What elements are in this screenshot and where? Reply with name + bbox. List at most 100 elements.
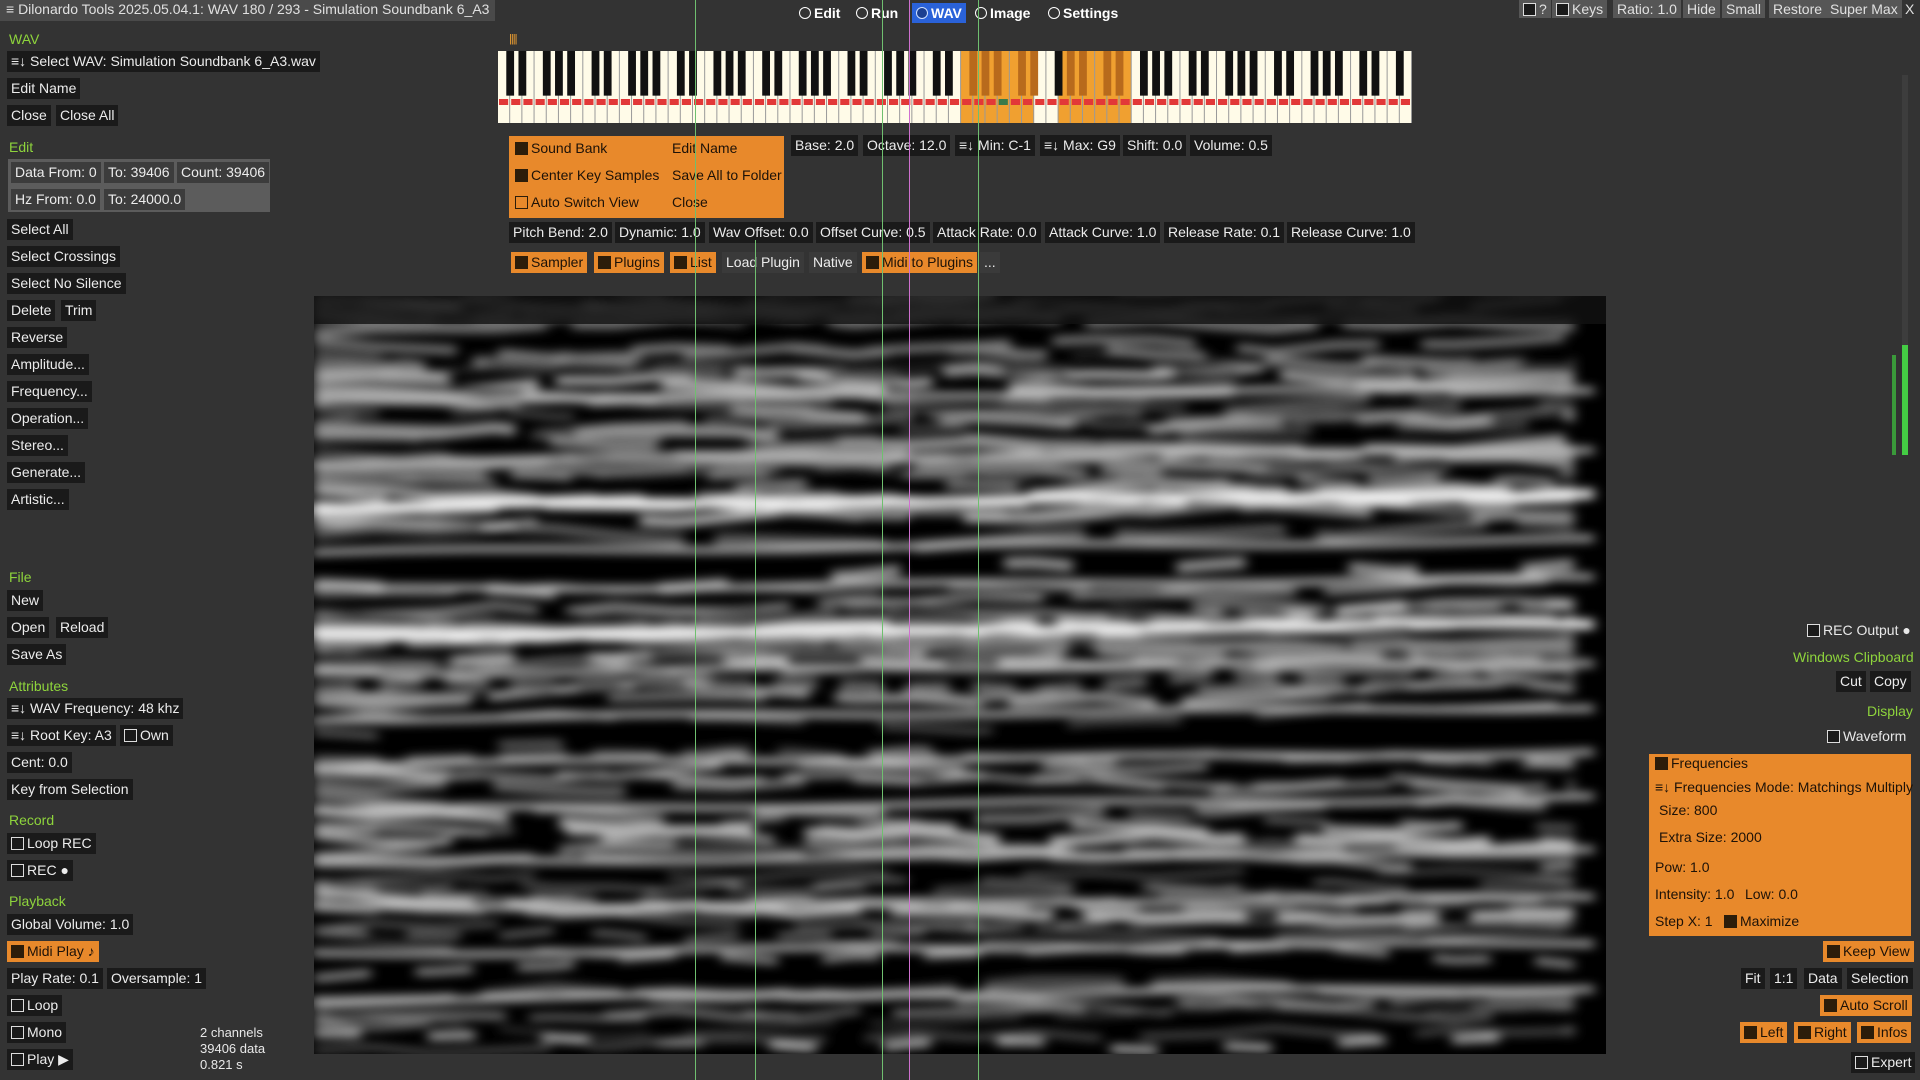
wav-frequency-dropdown[interactable]: ≡↓ WAV Frequency: 48 khz — [7, 698, 184, 719]
loop-checkbox[interactable]: Loop — [7, 995, 63, 1016]
fit-button[interactable]: Fit — [1741, 968, 1765, 989]
one-to-one-button[interactable]: 1:1 — [1770, 968, 1798, 989]
select-crossings-button[interactable]: Select Crossings — [7, 246, 121, 267]
black-key[interactable] — [591, 51, 600, 96]
list-tab[interactable]: List — [670, 252, 716, 273]
dynamic-field[interactable]: Dynamic: 1.0 — [615, 222, 705, 243]
cut-button[interactable]: Cut — [1836, 671, 1866, 692]
guide-line[interactable] — [755, 240, 756, 1080]
black-key[interactable] — [603, 51, 612, 96]
attack-rate-field[interactable]: Attack Rate: 0.0 — [933, 222, 1041, 243]
black-key[interactable] — [1139, 51, 1148, 96]
guide-line[interactable] — [695, 0, 696, 1080]
black-key[interactable] — [1322, 51, 1331, 96]
black-key[interactable] — [1310, 51, 1319, 96]
loop-rec-checkbox[interactable]: Loop REC — [7, 833, 96, 854]
data-to-field[interactable]: To: 39406 — [104, 162, 174, 183]
spectrogram-image[interactable] — [314, 296, 1606, 1054]
black-key[interactable] — [1030, 51, 1039, 96]
black-key[interactable] — [1395, 51, 1404, 96]
frequencies-toggle[interactable]: Frequencies — [1651, 753, 1752, 774]
frequency-button[interactable]: Frequency... — [7, 381, 92, 402]
data-from-field[interactable]: Data From: 0 — [11, 162, 101, 183]
black-key[interactable] — [810, 51, 819, 96]
sound-bank-edit-name-button[interactable]: Edit Name — [668, 138, 741, 159]
small-button[interactable]: Small — [1722, 0, 1766, 18]
edit-name-button[interactable]: Edit Name — [7, 78, 81, 99]
waveform-checkbox[interactable]: Waveform — [1827, 726, 1906, 747]
release-rate-field[interactable]: Release Rate: 0.1 — [1164, 222, 1285, 243]
load-plugin-button[interactable]: Load Plugin — [722, 252, 804, 273]
tab-settings[interactable]: Settings — [1044, 3, 1122, 23]
release-curve-field[interactable]: Release Curve: 1.0 — [1287, 222, 1415, 243]
sound-bank-toggle[interactable]: Sound Bank — [511, 138, 611, 159]
extra-size-field[interactable]: Extra Size: 2000 — [1655, 827, 1766, 848]
sampler-tab[interactable]: Sampler — [511, 252, 588, 273]
auto-scroll-toggle[interactable]: Auto Scroll — [1820, 995, 1912, 1016]
close-all-button[interactable]: Close All — [56, 105, 119, 126]
black-key[interactable] — [567, 51, 576, 96]
black-key[interactable] — [1274, 51, 1282, 96]
data-button[interactable]: Data — [1804, 968, 1842, 989]
black-key[interactable] — [652, 51, 661, 96]
black-key[interactable] — [1115, 51, 1124, 96]
select-no-silence-button[interactable]: Select No Silence — [7, 273, 126, 294]
low-field[interactable]: Low: 0.0 — [1741, 884, 1802, 905]
pow-field[interactable]: Pow: 1.0 — [1651, 857, 1713, 878]
right-channel-toggle[interactable]: Right — [1794, 1022, 1851, 1043]
octave-field[interactable]: Octave: 12.0 — [863, 135, 951, 156]
tab-run[interactable]: Run — [852, 3, 902, 23]
black-key[interactable] — [518, 51, 527, 96]
open-button[interactable]: Open — [7, 617, 50, 638]
reverse-button[interactable]: Reverse — [7, 327, 68, 348]
own-checkbox[interactable]: Own — [120, 725, 173, 746]
black-key[interactable] — [932, 51, 941, 96]
tab-image[interactable]: Image — [971, 3, 1034, 23]
native-button[interactable]: Native — [809, 252, 857, 273]
black-key[interactable] — [1188, 51, 1197, 96]
selection-button[interactable]: Selection — [1847, 968, 1913, 989]
black-key[interactable] — [847, 51, 856, 96]
select-wav-dropdown[interactable]: ≡↓ Select WAV: Simulation Soundbank 6_A3… — [7, 51, 320, 72]
max-key-dropdown[interactable]: ≡↓ Max: G9 — [1040, 135, 1120, 156]
rec-output-checkbox[interactable]: REC Output ● — [1807, 620, 1911, 641]
black-key[interactable] — [713, 51, 722, 96]
playhead-line[interactable] — [909, 0, 910, 1080]
new-button[interactable]: New — [7, 590, 44, 611]
save-as-button[interactable]: Save As — [7, 644, 67, 665]
tab-edit[interactable]: Edit — [795, 3, 844, 23]
hz-from-field[interactable]: Hz From: 0.0 — [11, 189, 100, 210]
black-key[interactable] — [1371, 51, 1380, 96]
delete-button[interactable]: Delete — [7, 300, 56, 321]
step-x-field[interactable]: Step X: 1 — [1651, 911, 1717, 932]
black-key[interactable] — [1237, 51, 1246, 96]
intensity-field[interactable]: Intensity: 1.0 — [1651, 884, 1738, 905]
black-key[interactable] — [506, 51, 515, 96]
black-key[interactable] — [1103, 51, 1112, 96]
shift-field[interactable]: Shift: 0.0 — [1123, 135, 1187, 156]
black-key[interactable] — [542, 51, 551, 96]
auto-switch-view-checkbox[interactable]: Auto Switch View — [511, 192, 643, 213]
hz-to-field[interactable]: To: 24000.0 — [104, 189, 186, 210]
black-key[interactable] — [1066, 51, 1075, 96]
hide-button[interactable]: Hide — [1683, 0, 1720, 18]
operation-button[interactable]: Operation... — [7, 408, 89, 429]
generate-button[interactable]: Generate... — [7, 462, 86, 483]
maximize-toggle[interactable]: Maximize — [1720, 911, 1803, 932]
center-key-samples-toggle[interactable]: Center Key Samples — [511, 165, 663, 186]
more-button[interactable]: ... — [980, 252, 1000, 273]
copy-button[interactable]: Copy — [1870, 671, 1911, 692]
black-key[interactable] — [1249, 51, 1258, 96]
black-key[interactable] — [628, 51, 636, 96]
mono-checkbox[interactable]: Mono — [7, 1022, 67, 1043]
guide-line[interactable] — [978, 0, 979, 1080]
amplitude-button[interactable]: Amplitude... — [7, 354, 89, 375]
keep-view-toggle[interactable]: Keep View — [1823, 941, 1914, 962]
black-key[interactable] — [1225, 51, 1234, 96]
size-field[interactable]: Size: 800 — [1655, 800, 1721, 821]
select-all-button[interactable]: Select All — [7, 219, 73, 240]
restore-button[interactable]: Restore — [1769, 0, 1827, 18]
left-channel-toggle[interactable]: Left — [1740, 1022, 1788, 1043]
black-key[interactable] — [774, 51, 783, 96]
data-count-field[interactable]: Count: 39406 — [177, 162, 270, 183]
